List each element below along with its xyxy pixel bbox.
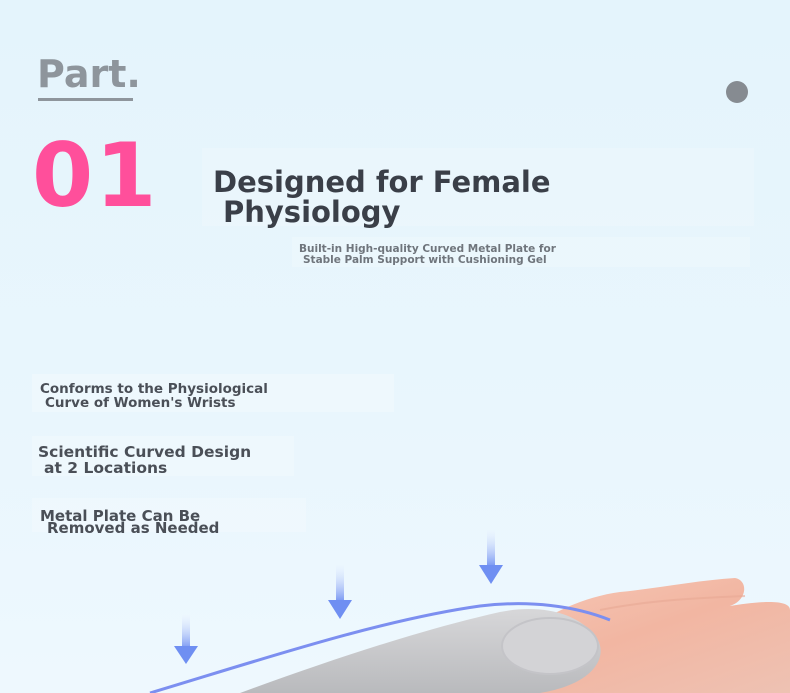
feature-1-line-2: Curve of Women's Wrists	[45, 395, 236, 411]
product-feature-panel: Part. 01 Designed for Female Physiology …	[0, 0, 790, 693]
down-arrow-icon	[328, 565, 352, 619]
feature-2-line-2: at 2 Locations	[44, 459, 168, 477]
down-arrow-icon	[174, 615, 198, 664]
down-arrow-icon	[479, 530, 503, 584]
feature-3-line-2: Removed as Needed	[47, 519, 220, 537]
wrist-rest-illustration	[149, 530, 790, 693]
